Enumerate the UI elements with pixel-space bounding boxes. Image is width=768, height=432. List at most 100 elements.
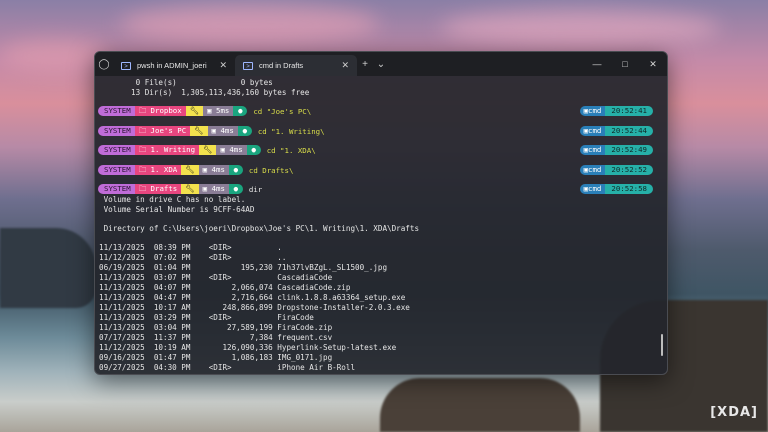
prompt-dir-label: Joe's PC [150,126,187,135]
status-icon: ● [233,106,248,116]
wrench-icon: 🔧︎ [190,126,208,136]
command-text: dir [248,184,263,194]
listing-row: 11/11/2025 10:17 AM 248,866,899 Dropston… [99,303,410,312]
folder-icon: 🗀 [138,106,151,115]
close-tab-icon[interactable]: ✕ [341,60,349,71]
prompt-duration-segment: ▣ 4ms [216,145,247,155]
status-icon: ● [246,145,261,155]
maximize-button[interactable]: □ [611,52,639,76]
watermark-text: XDA [717,405,752,420]
prompt-user-segment: SYSTEM [98,126,135,136]
command-text: cd "1. XDA\ [266,145,316,155]
prompt-duration-segment: ▣ 4ms [198,165,229,175]
folder-icon: 🗀 [138,165,151,174]
terminal-icon: > [243,61,253,70]
console-line: Volume Serial Number is 9CFF-64AD [99,205,255,214]
console-line: 0 File(s) 0 bytes [99,78,273,87]
clock-badge: 20:52:44 [605,126,653,136]
listing-row: 11/13/2025 08:39 PM <DIR> . [99,243,282,252]
listing-row: 11/13/2025 03:04 PM 27,589,199 FiraCode.… [99,323,333,332]
wallpaper-cloud [440,10,720,46]
wrench-icon: 🔧︎ [181,165,199,175]
prompt-row: SYSTEM 🗀 Drafts 🔧︎ ▣ 4ms ● dir [98,184,262,194]
listing-row: 09/16/2025 01:47 PM 1,086,183 IMG_0171.j… [99,353,333,362]
command-text: cd "Joe's PC\ [253,106,312,116]
folder-icon: 🗀 [138,184,151,193]
wrench-icon: 🔧︎ [199,145,217,155]
prompt-row: SYSTEM 🗀 Dropbox 🔧︎ ▣ 5ms ● cd "Joe's PC\ [98,106,311,116]
shell-badge: ▣cmd [579,106,606,116]
prompt-duration-label: 4ms [229,145,243,154]
prompt-user-segment: SYSTEM [98,145,135,155]
prompt-dir-label: 1. XDA [150,165,178,174]
listing-row: 11/13/2025 03:07 PM <DIR> CascadiaCode [99,273,333,282]
shield-icon: ◯ [98,58,110,70]
right-prompt: ▣cmd 20:52:58 [579,184,653,194]
minimize-button[interactable]: — [583,52,611,76]
prompt-row: SYSTEM 🗀 Joe's PC 🔧︎ ▣ 4ms ● cd "1. Writing\ [98,126,325,136]
shell-label: cmd [588,126,602,135]
timer-icon: ▣ [211,126,221,135]
listing-row: 06/19/2025 01:04 PM 195,230 71h37lvBZgL.… [99,263,388,272]
shell-label: cmd [588,184,602,193]
prompt-user-segment: SYSTEM [98,184,135,194]
wallpaper-rock [380,378,580,432]
console-output[interactable]: 0 File(s) 0 bytes 13 Dir(s) 1,305,113,43… [95,76,667,374]
tab-pwsh[interactable]: > pwsh in ADMIN_joeri ✕ [113,55,235,76]
console-line: Volume in drive C has no label. [99,195,246,204]
console-line: Directory of C:\Users\joeri\Dropbox\Joe'… [99,224,420,233]
prompt-dir-segment: 🗀 Dropbox [134,106,186,116]
prompt-duration-label: 5ms [216,106,230,115]
prompt-duration-label: 4ms [211,165,225,174]
close-window-button[interactable]: ✕ [639,52,667,76]
folder-icon: 🗀 [138,145,151,154]
prompt-duration-label: 4ms [211,184,225,193]
tab-cmd[interactable]: > cmd in Drafts ✕ [235,55,357,76]
listing-row: 11/12/2025 07:02 PM <DIR> .. [99,253,287,262]
dropdown-chevron-icon[interactable]: ⌄ [373,52,389,76]
prompt-duration-segment: ▣ 4ms [207,126,238,136]
listing-row: 11/12/2025 10:19 AM 126,090,336 Hyperlin… [99,343,397,352]
prompt-dir-segment: 🗀 Drafts [134,184,182,194]
prompt-dir-segment: 🗀 1. XDA [134,165,182,175]
wallpaper-cloud [120,4,380,44]
shell-label: cmd [588,106,602,115]
window-controls: — □ ✕ [583,52,667,76]
status-icon: ● [228,184,243,194]
clock-badge: 20:52:58 [605,184,653,194]
listing-row: 11/13/2025 04:47 PM 2,716,664 clink.1.8.… [99,293,406,302]
close-tab-icon[interactable]: ✕ [219,60,227,71]
prompt-dir-label: 1. Writing [150,145,196,154]
scrollbar-thumb[interactable] [661,334,663,356]
timer-icon: ▣ [207,106,216,115]
shell-badge: ▣cmd [579,184,606,194]
prompt-dir-label: Drafts [150,184,178,193]
right-prompt: ▣cmd 20:52:49 [579,145,653,155]
wrench-icon: 🔧︎ [181,184,199,194]
command-text: cd Drafts\ [248,165,294,175]
terminal-icon: > [121,61,131,70]
timer-icon: ▣ [202,165,212,174]
prompt-duration-label: 4ms [220,126,234,135]
tab-label: cmd in Drafts [259,61,304,70]
wallpaper-rock [0,228,96,308]
prompt-duration-segment: ▣ 4ms [198,184,229,194]
listing-row: 11/13/2025 03:29 PM <DIR> FiraCode [99,313,314,322]
prompt-dir-segment: 🗀 1. Writing [134,145,200,155]
tab-label: pwsh in ADMIN_joeri [137,61,207,70]
timer-icon: ▣ [220,145,230,154]
timer-icon: ▣ [202,184,212,193]
console-line: 13 Dir(s) 1,305,113,436,160 bytes free [99,88,310,97]
prompt-row: SYSTEM 🗀 1. Writing 🔧︎ ▣ 4ms ● cd "1. XDA\ [98,145,316,155]
listing-row: 09/27/2025 04:30 PM <DIR> iPhone Air B-R… [99,363,356,372]
status-icon: ● [228,165,243,175]
right-prompt: ▣cmd 20:52:52 [579,165,653,175]
wrench-icon: 🔧︎ [185,106,204,116]
clock-badge: 20:52:41 [605,106,653,116]
shell-badge: ▣cmd [579,165,606,175]
new-tab-button[interactable]: + [357,52,373,76]
clock-badge: 20:52:49 [605,145,653,155]
prompt-user-segment: SYSTEM [98,165,135,175]
folder-icon: 🗀 [138,126,151,135]
terminal-window[interactable]: ◯ > pwsh in ADMIN_joeri ✕ > cmd in Draft… [94,51,668,375]
